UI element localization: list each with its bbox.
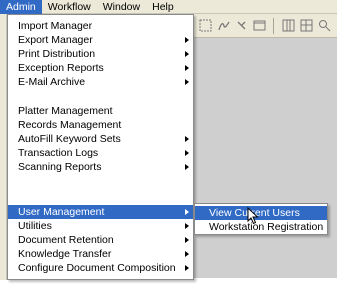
menu-item-user-management[interactable]: User Management xyxy=(8,205,193,219)
menu-item-label: Records Management xyxy=(18,119,122,131)
menu-item-workstation-registration[interactable]: Workstation Registration xyxy=(195,220,327,234)
submenu-arrow-icon xyxy=(185,51,189,57)
left-gutter xyxy=(0,14,7,280)
menu-item-records-management[interactable]: Records Management xyxy=(8,118,193,132)
submenu-arrow-icon xyxy=(185,150,189,156)
menu-item-utilities[interactable]: Utilities xyxy=(8,219,193,233)
user-management-submenu: View Current Users Workstation Registrat… xyxy=(194,203,328,235)
menu-item-import-manager[interactable]: Import Manager xyxy=(8,19,193,33)
menu-item-platter-management[interactable]: Platter Management xyxy=(8,104,193,118)
submenu-arrow-icon xyxy=(185,223,189,229)
menu-item-label: Workstation Registration xyxy=(209,221,324,233)
menu-item-label: User Management xyxy=(18,206,105,218)
menu-item-document-retention[interactable]: Document Retention xyxy=(8,233,193,247)
menu-item-scanning-reports[interactable]: Scanning Reports xyxy=(8,160,193,174)
menu-item-label: Transaction Logs xyxy=(18,147,99,159)
menu-item-print-distribution[interactable]: Print Distribution xyxy=(8,47,193,61)
submenu-arrow-icon xyxy=(185,79,189,85)
menu-item-configure-document-composition[interactable]: Configure Document Composition xyxy=(8,261,193,275)
submenu-arrow-icon xyxy=(185,65,189,71)
menu-separator xyxy=(10,181,191,182)
menu-item-email-archive[interactable]: E-Mail Archive xyxy=(8,75,193,89)
grid-icon[interactable] xyxy=(198,19,212,33)
submenu-arrow-icon xyxy=(185,237,189,243)
split-icon[interactable] xyxy=(299,19,313,33)
menu-item-transaction-logs[interactable]: Transaction Logs xyxy=(8,146,193,160)
submenu-arrow-icon xyxy=(185,136,189,142)
menu-item-label: Import Manager xyxy=(18,20,93,32)
menu-item-knowledge-transfer[interactable]: Knowledge Transfer xyxy=(8,247,193,261)
submenu-arrow-icon xyxy=(185,265,189,271)
menu-item-label: Print Distribution xyxy=(18,48,96,60)
menu-item-view-current-users[interactable]: View Current Users xyxy=(195,206,327,220)
columns-icon[interactable] xyxy=(281,19,295,33)
signature-icon[interactable] xyxy=(216,19,230,33)
menu-item-label: Platter Management xyxy=(18,105,113,117)
menu-item-autofill-keyword-sets[interactable]: AutoFill Keyword Sets xyxy=(8,132,193,146)
admin-menu: Import Manager Export Manager Print Dist… xyxy=(7,14,194,280)
mouse-pointer-icon xyxy=(247,207,259,225)
window-icon[interactable] xyxy=(252,19,266,33)
submenu-arrow-icon xyxy=(185,164,189,170)
menu-item-label: Exception Reports xyxy=(18,62,104,74)
submenu-arrow-icon xyxy=(185,209,189,215)
menu-item-label: Export Manager xyxy=(18,34,93,46)
zoom-icon[interactable] xyxy=(317,19,331,33)
menu-item-label: Utilities xyxy=(18,220,52,232)
menubar: Admin Workflow Window Help xyxy=(0,0,337,14)
menu-help[interactable]: Help xyxy=(146,0,180,14)
menu-admin[interactable]: Admin xyxy=(0,0,42,14)
menu-item-label: Scanning Reports xyxy=(18,161,102,173)
menu-item-label: Document Retention xyxy=(18,234,114,246)
submenu-arrow-icon xyxy=(185,251,189,257)
submenu-arrow-icon xyxy=(185,37,189,43)
wand-icon[interactable] xyxy=(234,19,248,33)
menu-window[interactable]: Window xyxy=(97,0,146,14)
menu-separator xyxy=(10,95,191,96)
toolbar xyxy=(192,14,337,38)
menu-item-label: Configure Document Composition xyxy=(18,262,176,274)
menu-item-exception-reports[interactable]: Exception Reports xyxy=(8,61,193,75)
menu-item-label: Knowledge Transfer xyxy=(18,248,112,260)
toolbar-separator xyxy=(273,17,274,34)
menu-item-export-manager[interactable]: Export Manager xyxy=(8,33,193,47)
menu-item-label: E-Mail Archive xyxy=(18,76,86,88)
menu-workflow[interactable]: Workflow xyxy=(42,0,97,14)
menu-item-label: AutoFill Keyword Sets xyxy=(18,133,121,145)
